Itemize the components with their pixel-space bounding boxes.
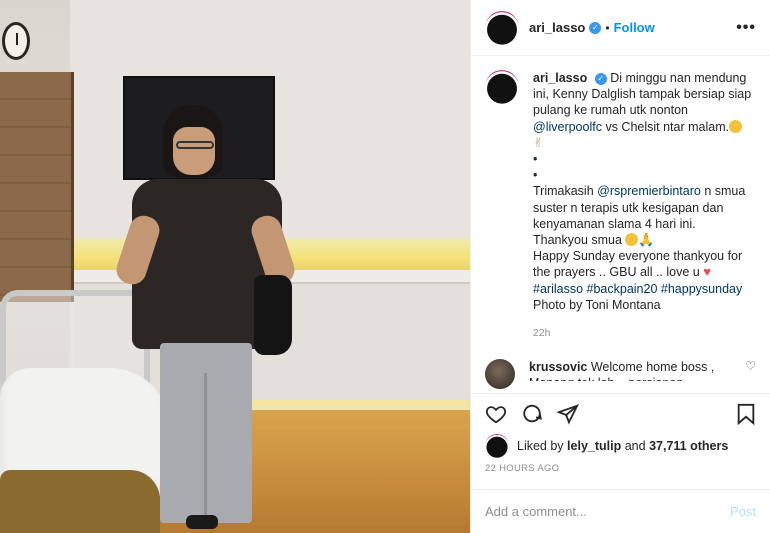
caption-avatar[interactable]	[485, 70, 519, 104]
post-caption: ari_lasso ✓ Di minggu nan mendung ini, K…	[485, 70, 756, 341]
caption-text: ari_lasso ✓ Di minggu nan mendung ini, K…	[533, 70, 756, 341]
hashtag-link[interactable]: #backpain20	[587, 282, 658, 296]
post-modal: ari_lasso ✓ • Follow ••• ari_lasso ✓ Di …	[0, 0, 770, 533]
post-sidebar: ari_lasso ✓ • Follow ••• ari_lasso ✓ Di …	[470, 0, 770, 533]
caption-username[interactable]: ari_lasso	[533, 71, 587, 85]
wooden-door	[0, 72, 74, 302]
posted-time[interactable]: 22 HOURS AGO	[471, 459, 770, 479]
author-avatar[interactable]	[485, 10, 519, 45]
likes-prefix: Liked by	[517, 439, 564, 453]
bookmark-icon[interactable]	[736, 403, 756, 425]
comment-text: krussovic Welcome home boss , Monang tok…	[529, 359, 743, 381]
comments-panel[interactable]: ari_lasso ✓ Di minggu nan mendung ini, K…	[471, 56, 770, 393]
separator-dot: •	[605, 20, 610, 35]
author-username[interactable]: ari_lasso	[529, 20, 585, 35]
bullet: •	[533, 168, 538, 183]
likes-and: and	[624, 439, 646, 453]
verified-badge-icon: ✓	[589, 21, 602, 34]
caption-time[interactable]: 22h	[533, 325, 756, 341]
mention-link[interactable]: @rspremierbintaro	[597, 184, 701, 198]
heart-icon[interactable]	[485, 403, 507, 425]
smile-emoji-icon	[729, 119, 743, 133]
smile-emoji-icon	[625, 233, 639, 247]
likes-summary: Liked by lely_tulip and 37,711 others	[471, 433, 770, 459]
wall-clock	[2, 22, 30, 60]
follow-button[interactable]: Follow	[614, 20, 655, 35]
likes-count[interactable]: 37,711 others	[649, 439, 728, 453]
comment-input[interactable]	[485, 504, 730, 519]
comment-item: krussovic Welcome home boss , Monang tok…	[485, 359, 756, 390]
bullet: •	[533, 152, 538, 167]
ellipsis-icon[interactable]: •••	[736, 19, 756, 37]
hashtag-link[interactable]: #happysunday	[661, 282, 742, 296]
mention-link[interactable]: @liverpoolfc	[533, 120, 602, 134]
comment-icon[interactable]	[521, 403, 543, 425]
caption-line: Thankyou smua	[533, 233, 622, 248]
add-comment-bar: Post	[471, 489, 770, 533]
comment-like-icon[interactable]: ♡	[745, 359, 756, 389]
caption-line: Photo by Toni Montana	[533, 297, 661, 312]
liker-username[interactable]: lely_tulip	[567, 439, 621, 453]
heart-emoji-icon: ♥	[703, 264, 711, 280]
hand-emoji-icon: ✌	[533, 134, 544, 150]
share-icon[interactable]	[557, 403, 579, 425]
verified-badge-icon: ✓	[594, 73, 607, 85]
pray-emoji-icon: 🙏	[638, 232, 655, 248]
hashtag-link[interactable]: #arilasso	[533, 282, 583, 296]
post-header: ari_lasso ✓ • Follow •••	[471, 0, 770, 56]
post-comment-button[interactable]: Post	[730, 504, 756, 519]
caption-line: Trimakasih	[533, 184, 594, 199]
commenter-avatar[interactable]	[485, 359, 515, 390]
post-photo[interactable]	[0, 0, 470, 533]
commenter-username[interactable]: krussovic	[529, 360, 587, 374]
person	[112, 105, 308, 533]
action-bar	[471, 393, 770, 433]
liker-avatar[interactable]	[485, 434, 509, 458]
caption-line: vs Chelsit ntar malam.	[605, 119, 730, 134]
